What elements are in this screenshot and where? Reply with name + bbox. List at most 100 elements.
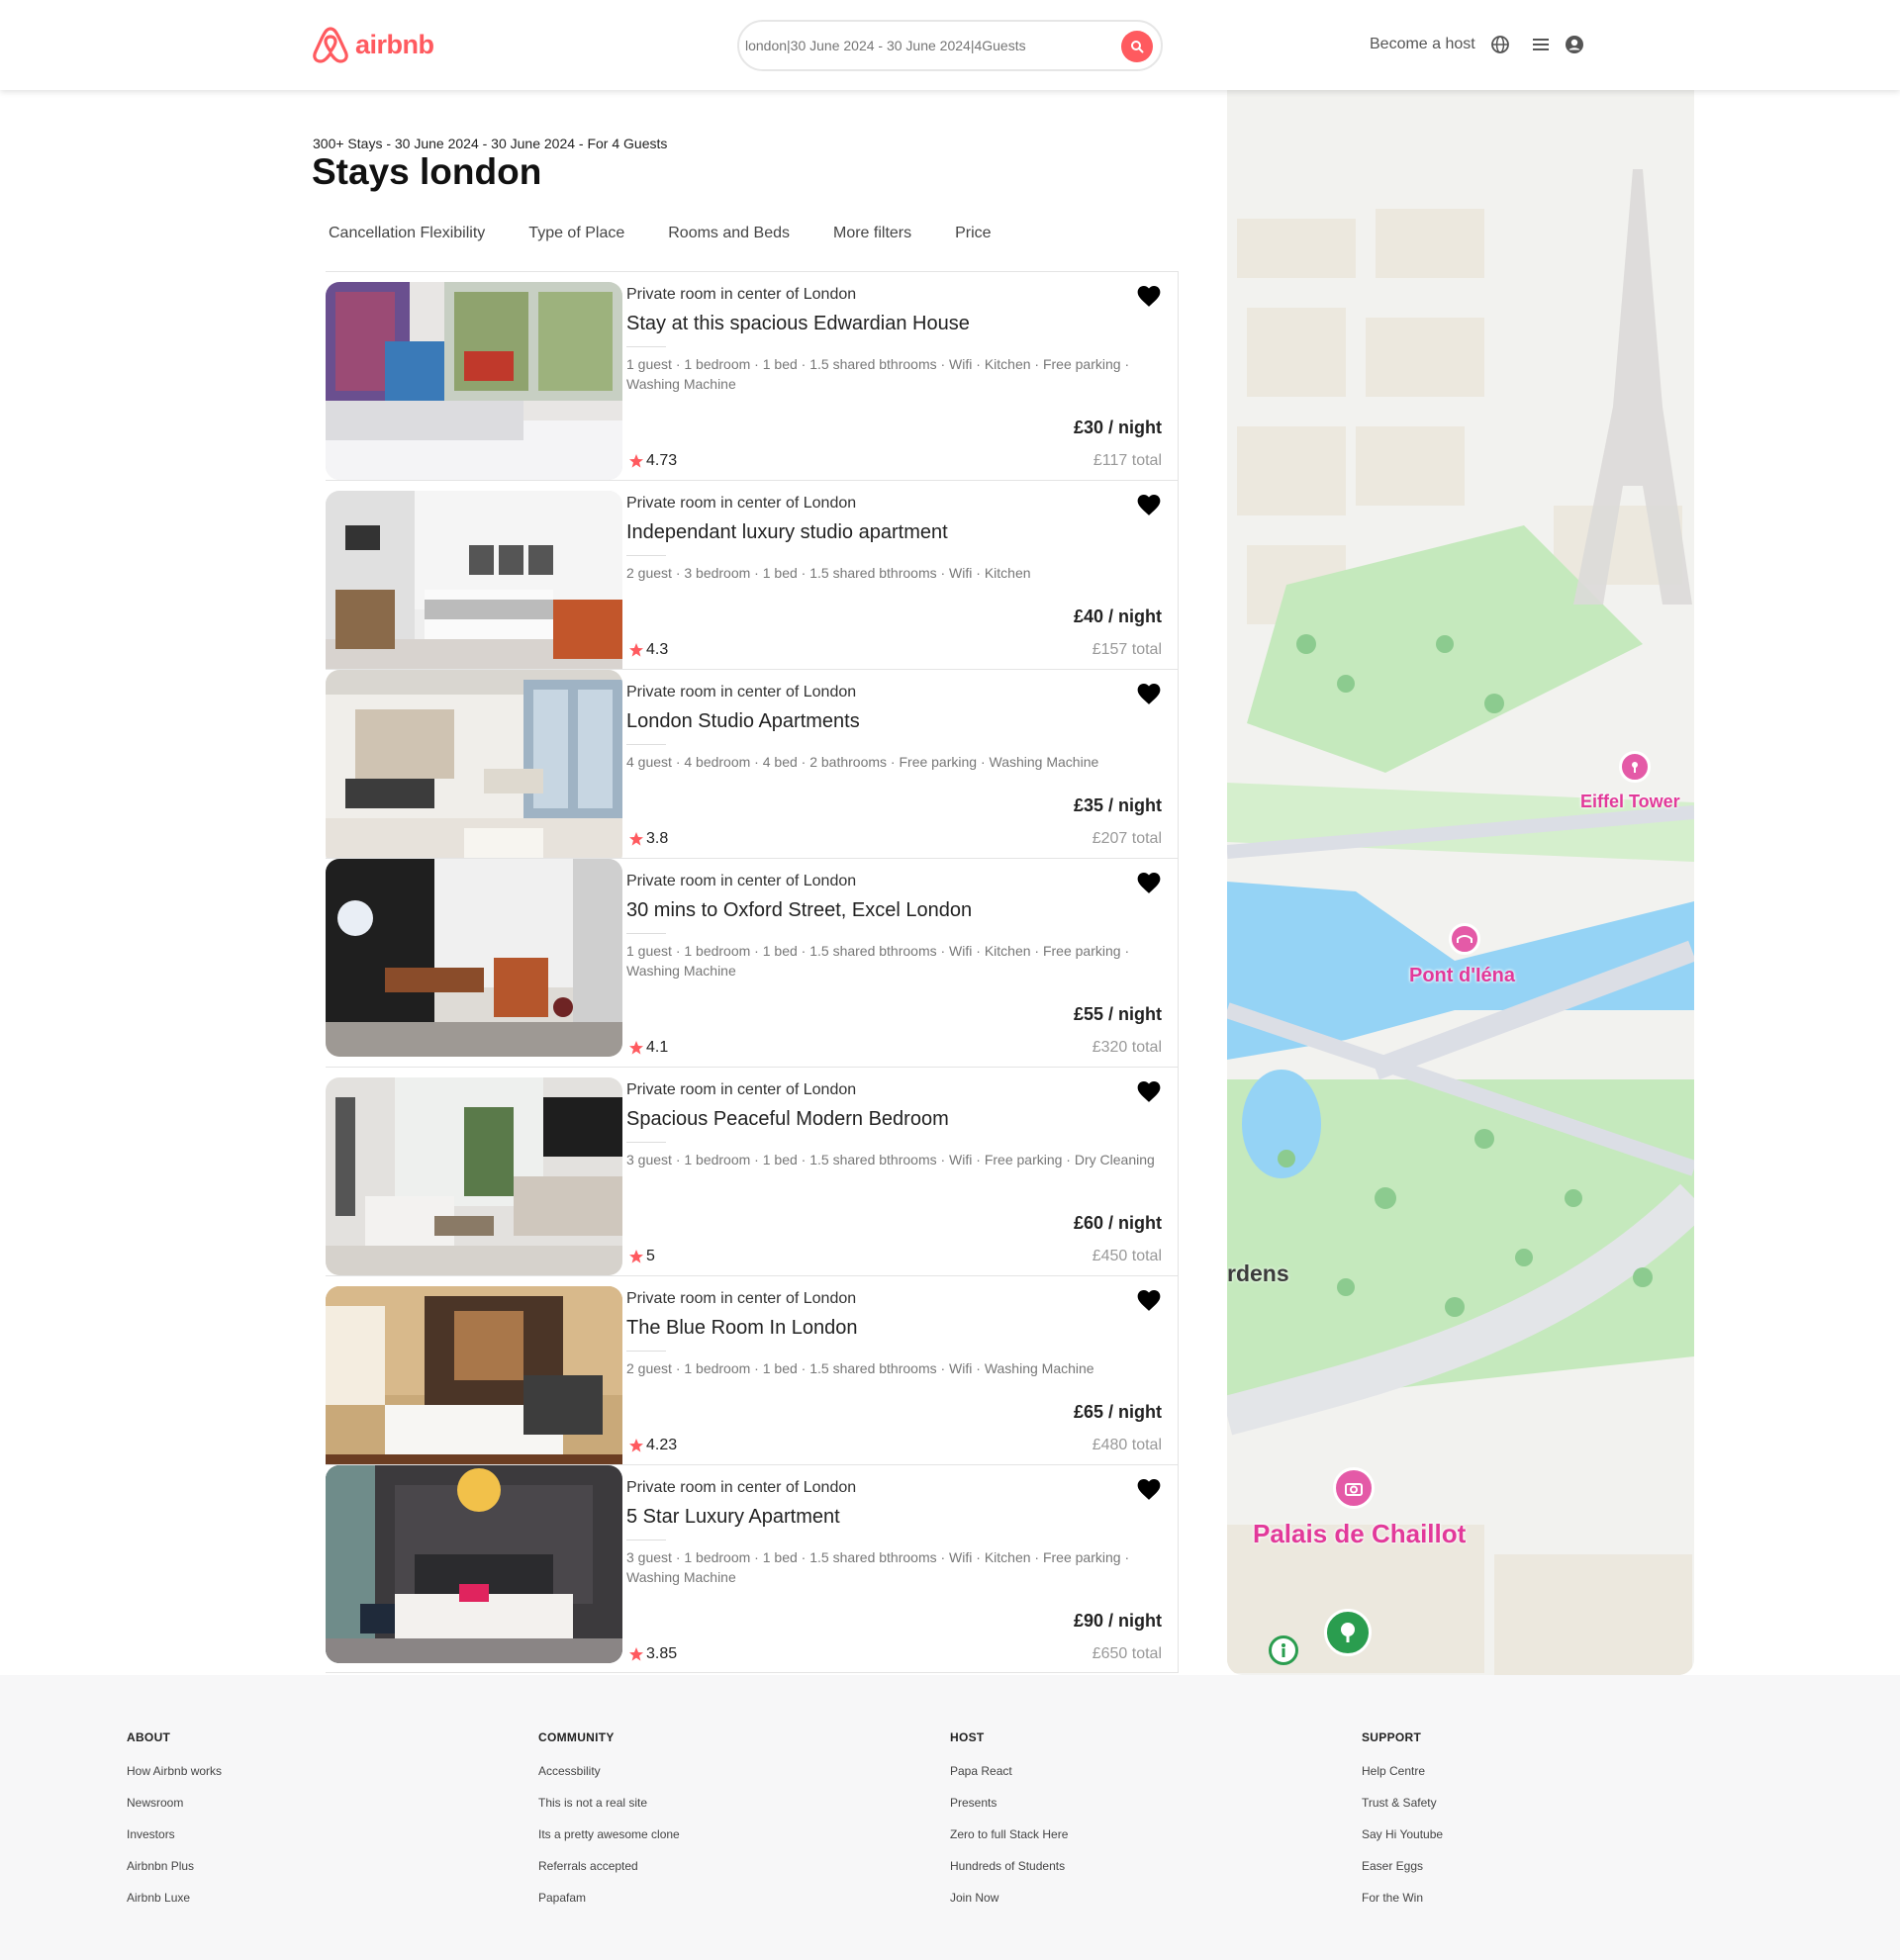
listing-photo[interactable] — [326, 670, 622, 868]
results-meta: 300+ Stays - 30 June 2024 - 30 June 2024… — [313, 136, 668, 151]
listing-card[interactable]: Private room in center of London Stay at… — [326, 271, 1179, 480]
airbnb-logo[interactable]: airbnb — [312, 25, 434, 64]
star-icon — [629, 1250, 643, 1263]
footer-link[interactable]: Airbnb Luxe — [127, 1891, 222, 1905]
footer-link[interactable]: Presents — [950, 1796, 1068, 1810]
footer-link[interactable]: This is not a real site — [538, 1796, 680, 1810]
footer-link[interactable]: Say Hi Youtube — [1362, 1827, 1443, 1841]
filter-cancellation-flexibility[interactable]: Cancellation Flexibility — [313, 219, 501, 248]
listing-subtitle: Private room in center of London — [626, 286, 857, 303]
listing-total: £117 total — [1092, 452, 1162, 469]
filter-type-of-place[interactable]: Type of Place — [513, 219, 640, 248]
menu-icon[interactable] — [1530, 34, 1552, 55]
footer-link[interactable]: Airbnbn Plus — [127, 1859, 222, 1873]
heart-icon[interactable] — [1136, 1477, 1162, 1501]
footer-link[interactable]: Newsroom — [127, 1796, 222, 1810]
eiffel-tower-pin-icon[interactable] — [1619, 751, 1651, 783]
heart-icon[interactable] — [1136, 1288, 1162, 1312]
search-button[interactable] — [1121, 31, 1153, 62]
info-icon[interactable] — [1269, 1635, 1298, 1665]
rating-value: 4.3 — [646, 641, 669, 658]
footer-link[interactable]: Its a pretty awesome clone — [538, 1827, 680, 1841]
heart-icon[interactable] — [1136, 284, 1162, 308]
footer-link[interactable]: Trust & Safety — [1362, 1796, 1443, 1810]
listing-title[interactable]: 30 mins to Oxford Street, Excel London — [626, 899, 972, 922]
listing-photo[interactable] — [326, 491, 622, 689]
footer-link[interactable]: Accessbility — [538, 1764, 680, 1778]
map-panel[interactable]: Eiffel Tower Pont d'Iéna rdens Palais de… — [1227, 90, 1694, 1675]
listing-rating: 3.85 — [628, 1645, 677, 1663]
search-bar[interactable] — [737, 20, 1163, 71]
star-icon — [629, 1647, 643, 1661]
listing-list: Private room in center of London Stay at… — [326, 271, 1179, 1673]
footer-link[interactable]: Papafam — [538, 1891, 680, 1905]
rating-value: 4.73 — [646, 452, 678, 469]
listing-title[interactable]: Spacious Peaceful Modern Bedroom — [626, 1108, 949, 1131]
page-title: Stays london — [312, 151, 542, 192]
footer-link[interactable]: Easer Eggs — [1362, 1859, 1443, 1873]
search-icon — [1131, 41, 1144, 53]
map-canvas[interactable] — [1227, 90, 1694, 1675]
listing-total: £480 total — [1092, 1437, 1162, 1453]
tree-pin-icon[interactable] — [1324, 1609, 1372, 1656]
listing-rating: 4.73 — [628, 452, 677, 470]
listing-price: £40 / night — [1073, 607, 1162, 626]
footer-link[interactable]: Investors — [127, 1827, 222, 1841]
become-host-link[interactable]: Become a host — [1370, 36, 1475, 53]
footer-link[interactable]: Papa React — [950, 1764, 1068, 1778]
logo-text: airbnb — [355, 29, 434, 59]
map-label-gardens: rdens — [1227, 1260, 1289, 1286]
map-label-pont-d-iena: Pont d'Iéna — [1409, 965, 1515, 986]
rating-value: 3.85 — [646, 1645, 678, 1662]
listing-card[interactable]: Private room in center of London Indepen… — [326, 480, 1179, 689]
listing-card[interactable]: Private room in center of London 5 Star … — [326, 1464, 1179, 1673]
footer-link[interactable]: For the Win — [1362, 1891, 1443, 1905]
listing-title[interactable]: London Studio Apartments — [626, 710, 860, 733]
heart-icon[interactable] — [1136, 1079, 1162, 1103]
listing-title[interactable]: Independant luxury studio apartment — [626, 521, 948, 544]
listing-title[interactable]: Stay at this spacious Edwardian House — [626, 313, 970, 335]
filter-price[interactable]: Price — [939, 219, 1006, 248]
footer-link[interactable]: Help Centre — [1362, 1764, 1443, 1778]
heart-icon[interactable] — [1136, 682, 1162, 705]
divider — [626, 555, 666, 556]
listing-photo[interactable] — [326, 859, 622, 1057]
listing-subtitle: Private room in center of London — [626, 495, 857, 512]
star-icon — [629, 832, 643, 846]
bridge-pin-icon[interactable] — [1449, 923, 1480, 955]
listing-card[interactable]: Private room in center of London 30 mins… — [326, 858, 1179, 1067]
heart-icon[interactable] — [1136, 871, 1162, 894]
footer-link[interactable]: Zero to full Stack Here — [950, 1827, 1068, 1841]
listing-title[interactable]: The Blue Room In London — [626, 1317, 858, 1340]
listing-photo[interactable] — [326, 1286, 622, 1484]
listing-body: Private room in center of London 5 Star … — [626, 1465, 1178, 1672]
camera-pin-icon[interactable] — [1333, 1467, 1375, 1509]
rating-value: 4.23 — [646, 1437, 678, 1453]
listing-price: £55 / night — [1073, 1004, 1162, 1024]
listing-card[interactable]: Private room in center of London Spaciou… — [326, 1067, 1179, 1275]
star-icon — [629, 643, 643, 657]
filter-rooms-and-beds[interactable]: Rooms and Beds — [652, 219, 806, 248]
listing-photo[interactable] — [326, 1465, 622, 1663]
filter-more-filters[interactable]: More filters — [817, 219, 927, 248]
listing-card[interactable]: Private room in center of London London … — [326, 669, 1179, 868]
footer-link[interactable]: How Airbnb works — [127, 1764, 222, 1778]
footer-link[interactable]: Referrals accepted — [538, 1859, 680, 1873]
footer-link[interactable]: Join Now — [950, 1891, 1068, 1905]
search-input[interactable] — [745, 38, 1101, 53]
listing-price: £60 / night — [1073, 1213, 1162, 1233]
listing-card[interactable]: Private room in center of London The Blu… — [326, 1275, 1179, 1484]
footer-link[interactable]: Hundreds of Students — [950, 1859, 1068, 1873]
listing-price: £65 / night — [1073, 1402, 1162, 1422]
listing-total: £207 total — [1092, 830, 1162, 847]
airbnb-logo-icon — [313, 27, 348, 63]
listing-photo[interactable] — [326, 1077, 622, 1275]
footer-column-support: SUPPORT Help Centre Trust & Safety Say H… — [1362, 1730, 1443, 1922]
divider — [626, 1351, 666, 1352]
globe-icon[interactable] — [1489, 34, 1511, 55]
user-icon[interactable] — [1564, 34, 1585, 55]
listing-title[interactable]: 5 Star Luxury Apartment — [626, 1506, 840, 1529]
heart-icon[interactable] — [1136, 493, 1162, 516]
footer-heading: COMMUNITY — [538, 1730, 615, 1744]
listing-photo[interactable] — [326, 282, 622, 480]
